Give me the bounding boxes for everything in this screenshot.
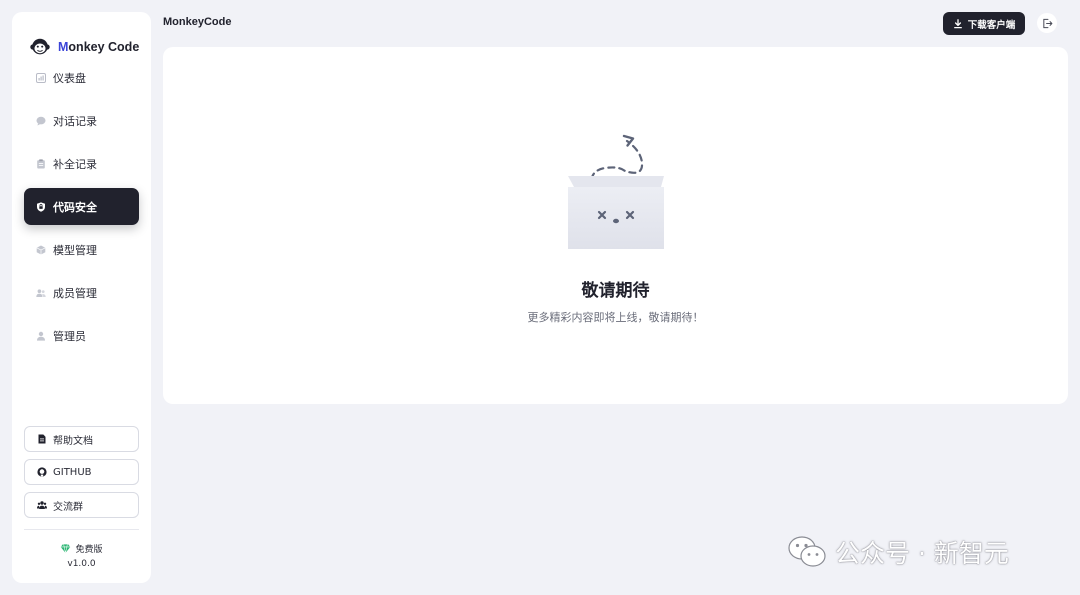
version-label: v1.0.0 (67, 559, 96, 569)
help-docs-button[interactable]: 帮助文档 (24, 426, 139, 452)
logout-button[interactable] (1037, 13, 1057, 33)
brand-name: Monkey Code (58, 40, 140, 54)
download-client-label: 下载客户端 (967, 19, 1016, 31)
group-icon (37, 501, 47, 509)
community-group-button[interactable]: 交流群 (24, 492, 139, 518)
page-title: MonkeyCode (163, 16, 232, 28)
sidebar-item-code-security[interactable]: 代码安全 (24, 188, 139, 225)
plan-label: 免费版 (75, 545, 103, 555)
logout-icon (1042, 18, 1052, 28)
wechat-icon (788, 536, 826, 567)
sidebar-item-chat-records[interactable]: 对话记录 (24, 102, 139, 139)
brand-logo[interactable]: Monkey Code (29, 36, 139, 58)
sidebar-item-model-management[interactable]: 模型管理 (24, 231, 139, 268)
sidebar-item-label: 代码安全 (53, 200, 97, 214)
clipboard-icon (36, 158, 46, 169)
empty-state-title: 敬请期待 (581, 281, 650, 301)
download-icon (953, 18, 962, 28)
plan-badge: 免费版 (12, 542, 151, 555)
sidebar: Monkey Code 仪表盘 对话记录 补全记录 代码安全 模型管理 成员管理… (12, 12, 151, 583)
diamond-icon (61, 544, 71, 553)
sidebar-item-member-management[interactable]: 成员管理 (24, 274, 139, 311)
sidebar-item-label: 模型管理 (53, 243, 97, 257)
users-icon (36, 288, 46, 298)
sidebar-item-completion-records[interactable]: 补全记录 (24, 145, 139, 182)
sidebar-divider (24, 529, 139, 530)
github-icon (37, 467, 47, 477)
sidebar-item-admin[interactable]: 管理员 (24, 317, 139, 354)
dashboard-icon (36, 72, 46, 83)
github-button[interactable]: GITHUB (24, 459, 139, 485)
monkey-logo-icon (30, 38, 50, 55)
main-content-card: 敬请期待 更多精彩内容即将上线，敬请期待！ (163, 47, 1068, 404)
watermark-text: 公众号 · 新智元 (835, 539, 1009, 568)
sidebar-item-label: 对话记录 (53, 114, 97, 128)
sidebar-nav: 仪表盘 对话记录 补全记录 代码安全 模型管理 成员管理 管理员 (24, 59, 139, 360)
sidebar-item-label: 管理员 (53, 329, 86, 343)
community-group-label: 交流群 (53, 501, 83, 513)
document-icon (38, 434, 46, 444)
github-label: GITHUB (53, 466, 92, 478)
sidebar-item-label: 成员管理 (53, 286, 97, 300)
sidebar-links: 帮助文档 GITHUB 交流群 (24, 426, 139, 525)
shield-icon (36, 201, 46, 212)
sidebar-item-label: 仪表盘 (53, 71, 86, 85)
sidebar-item-label: 补全记录 (53, 157, 97, 171)
help-docs-label: 帮助文档 (53, 435, 93, 447)
download-client-button[interactable]: 下载客户端 (943, 12, 1025, 35)
user-icon (36, 331, 46, 341)
empty-state-description: 更多精彩内容即将上线，敬请期待！ (527, 311, 704, 324)
chat-icon (36, 116, 46, 126)
cube-icon (36, 245, 46, 255)
empty-box-illustration (568, 134, 664, 249)
sidebar-item-dashboard[interactable]: 仪表盘 (24, 59, 139, 96)
watermark: 公众号 · 新智元 (787, 534, 1009, 570)
